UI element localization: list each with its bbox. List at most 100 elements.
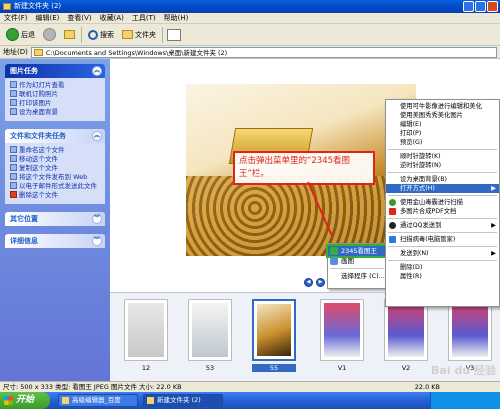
menu-item-send-qq[interactable]: 通过QQ发送到 ▶ <box>386 221 499 230</box>
menu-separator <box>388 246 497 247</box>
panel-header[interactable]: 其它位置 ︾ <box>5 212 105 226</box>
task-move[interactable]: 移动这个文件 <box>10 155 101 163</box>
menu-item-merge-pdf[interactable]: 多图片合成PDF文档 <box>386 207 499 216</box>
menu-item-choose-program[interactable]: 选择程序 (C)... <box>328 271 386 281</box>
folders-button[interactable]: 文件夹 <box>120 29 158 41</box>
menu-bar: 文件(F) 编辑(E) 查看(V) 收藏(A) 工具(T) 帮助(H) <box>0 13 500 24</box>
task-order-prints[interactable]: 联机订购照片 <box>10 90 101 98</box>
taskbar-item-folder[interactable]: 新建文件夹 (2) <box>143 394 223 407</box>
thumbnail[interactable] <box>124 299 168 361</box>
address-input[interactable]: C:\Documents and Settings\Windows\桌面\新建文… <box>30 46 497 58</box>
status-bar: 尺寸: 500 x 333 类型: 看图王 JPEG 图片文件 大小: 22.0… <box>0 381 500 392</box>
menu-edit[interactable]: 编辑(E) <box>36 13 60 23</box>
previous-image-button[interactable]: ◀ <box>304 278 313 287</box>
menu-item-preview[interactable]: 预览(G) <box>386 138 499 147</box>
task-copy[interactable]: 复制这个文件 <box>10 164 101 172</box>
panel-header[interactable]: 图片任务 ︽ <box>5 64 105 78</box>
thumbnail[interactable] <box>320 299 364 361</box>
search-button[interactable]: 搜索 <box>86 29 116 41</box>
task-rename[interactable]: 重命名这个文件 <box>10 146 101 154</box>
views-button[interactable] <box>167 28 181 41</box>
menu-item-properties[interactable]: 属性(R) <box>386 272 499 281</box>
menu-item-delete[interactable]: 删除(D) <box>386 263 499 272</box>
collapse-chevron-icon[interactable]: ︽ <box>92 131 102 141</box>
task-delete[interactable]: 删除这个文件 <box>10 191 101 199</box>
menu-item-duba-scan[interactable]: 使用金山毒霸进行扫描 <box>386 198 499 207</box>
menu-item-2345-viewer[interactable]: 2345看图王 <box>326 244 388 258</box>
maximize-button[interactable] <box>475 1 486 12</box>
next-image-button[interactable]: ▶ <box>316 278 325 287</box>
thumbnail[interactable] <box>448 299 492 361</box>
close-button[interactable] <box>487 1 498 12</box>
taskbar-item-editor[interactable]: 高级编辑器_百度 <box>58 394 138 407</box>
order-icon <box>10 90 17 97</box>
menu-item-virus-scan[interactable]: 扫描病毒(电脑管家) <box>386 235 499 244</box>
desktop-icon <box>10 108 17 115</box>
menu-favorites[interactable]: 收藏(A) <box>100 13 124 23</box>
menu-view[interactable]: 查看(V) <box>67 13 91 23</box>
menu-item-paint[interactable]: 画图 <box>328 256 386 266</box>
menu-separator <box>388 195 497 196</box>
expand-chevron-icon[interactable]: ︾ <box>92 214 102 224</box>
minimize-button[interactable] <box>463 1 474 12</box>
explorer-window: 新建文件夹 (2) 文件(F) 编辑(E) 查看(V) 收藏(A) 工具(T) … <box>0 0 500 409</box>
menu-item-rotate-ccw[interactable]: 逆时针旋转(N) <box>386 161 499 170</box>
address-label: 地址(D) <box>3 48 28 56</box>
menu-help[interactable]: 帮助(H) <box>164 13 189 23</box>
submenu-arrow-icon: ▶ <box>491 185 496 192</box>
panel-file-tasks: 文件和文件夹任务 ︽ 重命名这个文件 移动这个文件 复制这个文件 将这个文件发布… <box>5 129 105 204</box>
shield-icon <box>389 236 396 243</box>
task-slideshow[interactable]: 作为幻灯片查看 <box>10 81 101 89</box>
menu-item-open-with[interactable]: 打开方式(H) ▶ <box>386 184 499 193</box>
menu-item-edit[interactable]: 编辑(E) <box>386 120 499 129</box>
toolbar-separator <box>162 26 163 43</box>
panel-header[interactable]: 详细信息 ︾ <box>5 234 105 248</box>
preview-nav: ◀ ▶ <box>304 278 325 287</box>
print-icon <box>10 99 17 106</box>
start-button[interactable]: 开始 <box>0 392 50 409</box>
status-text: 尺寸: 500 x 333 类型: 看图王 JPEG 图片文件 大小: 22.0… <box>3 383 182 391</box>
task-email[interactable]: 以电子邮件形式发送此文件 <box>10 182 101 190</box>
thumbnail-selected[interactable] <box>252 299 296 361</box>
up-button[interactable] <box>62 29 77 40</box>
menu-file[interactable]: 文件(F) <box>4 13 28 23</box>
windows-logo-icon <box>4 396 13 405</box>
forward-button[interactable] <box>41 27 58 42</box>
submenu-arrow-icon: ▶ <box>491 250 496 257</box>
menu-separator <box>388 218 497 219</box>
task-print[interactable]: 打印该图片 <box>10 99 101 107</box>
folders-icon <box>122 30 133 39</box>
paint-icon <box>330 257 338 265</box>
menu-item-send-to[interactable]: 发送到(N) ▶ <box>386 249 499 258</box>
menu-separator <box>330 268 384 269</box>
window-title: 新建文件夹 (2) <box>14 2 62 10</box>
panel-header[interactable]: 文件和文件夹任务 ︽ <box>5 129 105 143</box>
window-controls <box>463 1 498 12</box>
task-publish-web[interactable]: 将这个文件发布到 Web <box>10 173 101 181</box>
thumbnail-label: 55 <box>252 364 296 372</box>
taskbar: 开始 高级编辑器_百度 新建文件夹 (2) <box>0 392 500 409</box>
slideshow-icon <box>10 81 17 88</box>
task-pane: 图片任务 ︽ 作为幻灯片查看 联机订购照片 打印该图片 设为桌面背景 文件和文件… <box>0 59 110 381</box>
toolbar: 后退 搜索 文件夹 <box>0 24 500 46</box>
browser-icon <box>62 397 69 404</box>
menu-separator <box>388 232 497 233</box>
search-icon <box>88 29 98 40</box>
menu-item-meitu[interactable]: 使用美图秀秀美化图片 <box>386 111 499 120</box>
title-bar[interactable]: 新建文件夹 (2) <box>0 0 500 13</box>
annotation-callout: 点击弹出菜单里的“2345看图王”栏。 <box>233 151 375 185</box>
collapse-chevron-icon[interactable]: ︽ <box>92 66 102 76</box>
system-tray[interactable] <box>430 392 500 409</box>
thumbnail-label: 12 <box>141 364 151 372</box>
thumbnail[interactable] <box>384 299 428 361</box>
menu-item-keniu-edit[interactable]: 使用可牛影像进行编辑和美化 <box>386 102 499 111</box>
menu-item-set-wallpaper[interactable]: 设为桌面背景(B) <box>386 175 499 184</box>
thumbnail[interactable] <box>188 299 232 361</box>
folder-icon <box>147 397 154 404</box>
menu-tools[interactable]: 工具(T) <box>132 13 156 23</box>
menu-item-print[interactable]: 打印(P) <box>386 129 499 138</box>
expand-chevron-icon[interactable]: ︾ <box>92 236 102 246</box>
task-set-wallpaper[interactable]: 设为桌面背景 <box>10 108 101 116</box>
back-button[interactable]: 后退 <box>4 27 37 42</box>
menu-item-rotate-cw[interactable]: 顺时针旋转(K) <box>386 152 499 161</box>
